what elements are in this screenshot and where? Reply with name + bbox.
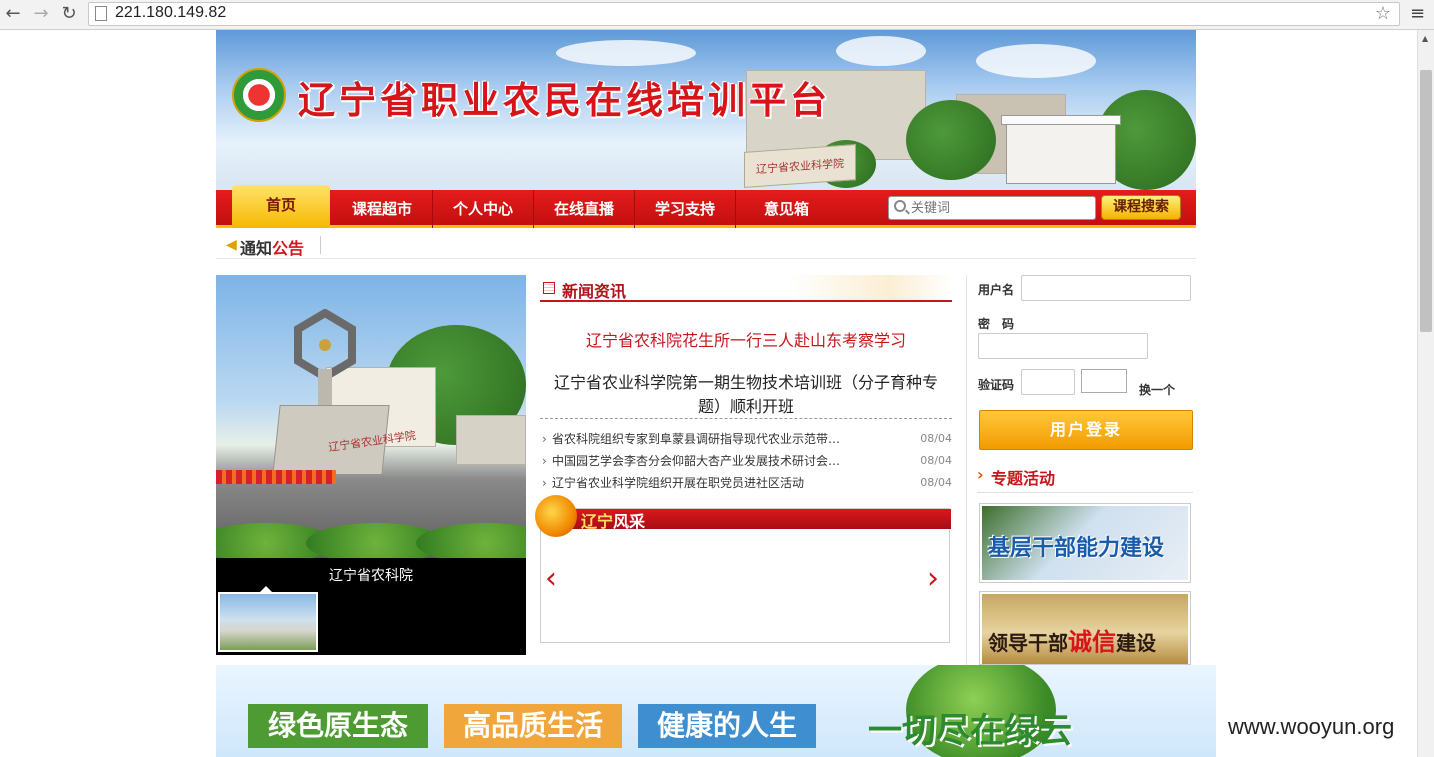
gallery-title: 辽宁风采 bbox=[581, 512, 646, 531]
username-label: 用户名 bbox=[978, 283, 1015, 297]
back-arrow-icon[interactable]: ← bbox=[2, 3, 24, 25]
news-item-date: 08/04 bbox=[920, 476, 952, 489]
notice-bar: ◀ 通知公告 bbox=[216, 231, 1196, 259]
ad-box-orange: 高品质生活 bbox=[444, 704, 622, 748]
news-item-title[interactable]: 辽宁省农业科学院组织开展在职党员进社区活动 bbox=[552, 472, 804, 494]
address-bar[interactable]: 221.180.149.82 ☆ bbox=[88, 2, 1400, 26]
site-logo bbox=[232, 68, 286, 122]
scroll-thumb[interactable] bbox=[1420, 70, 1432, 332]
ad-box-blue: 健康的人生 bbox=[638, 704, 816, 748]
ad-box-green: 绿色原生态 bbox=[248, 704, 428, 748]
chevron-right-icon: › bbox=[977, 465, 984, 484]
address-url[interactable]: 221.180.149.82 bbox=[115, 4, 226, 22]
gate-sign: 辽宁省农业科学院 bbox=[744, 144, 856, 188]
slide-thumbnail[interactable] bbox=[218, 592, 318, 652]
reload-icon[interactable]: ↻ bbox=[58, 3, 80, 25]
news-item[interactable]: 省农科院组织专家到阜蒙县调研指导现代农业示范带… 08/04 bbox=[542, 428, 952, 450]
topics-header: › 专题活动 bbox=[977, 463, 1193, 493]
notice-divider bbox=[320, 236, 321, 254]
liaoning-gallery: 辽宁风采 ‹ › bbox=[535, 495, 951, 643]
news-item[interactable]: 中国园艺学会李杏分会仰韶大杏产业发展技术研讨会… 08/04 bbox=[542, 450, 952, 472]
news-divider bbox=[540, 418, 952, 419]
page-content: 辽宁省农业科学院 辽宁省职业农民在线培训平台 首页 课程超市 个人中心 在线直播… bbox=[216, 30, 1216, 757]
page-scrollbar[interactable]: ▲ bbox=[1417, 30, 1434, 757]
nav-home[interactable]: 首页 bbox=[232, 185, 330, 228]
page-icon bbox=[95, 6, 107, 21]
nav-course-market[interactable]: 课程超市 bbox=[332, 190, 433, 228]
promo-integrity[interactable]: 领导干部诚信建设 bbox=[979, 591, 1191, 665]
browser-menu-icon[interactable]: ≡ bbox=[1410, 3, 1425, 24]
news-item-title[interactable]: 中国园艺学会李杏分会仰韶大杏产业发展技术研讨会… bbox=[552, 450, 840, 472]
main-nav: 首页 课程超市 个人中心 在线直播 学习支持 意见箱 课程搜索 bbox=[216, 185, 1196, 228]
topics-heading[interactable]: 专题活动 bbox=[991, 465, 1055, 489]
captcha-refresh-link[interactable]: 换一个 bbox=[1139, 381, 1175, 398]
watermark: www.wooyun.org bbox=[1228, 714, 1395, 739]
gallery-emblem-icon bbox=[535, 495, 577, 537]
site-title: 辽宁省职业农民在线培训平台 bbox=[298, 78, 831, 122]
site-banner: 辽宁省农业科学院 辽宁省职业农民在线培训平台 bbox=[216, 30, 1196, 190]
guardhouse-image bbox=[1001, 115, 1121, 184]
calendar-icon bbox=[543, 282, 555, 294]
news-item[interactable]: 辽宁省农业科学院组织开展在职党员进社区活动 08/04 bbox=[542, 472, 952, 494]
search-input[interactable] bbox=[911, 199, 1091, 217]
bottom-ad-banner[interactable]: 绿色原生态 高品质生活 健康的人生 一切尽在绿云 bbox=[216, 665, 1216, 757]
news-item-title[interactable]: 省农科院组织专家到阜蒙县调研指导现代农业示范带… bbox=[552, 428, 840, 450]
chevron-right-icon[interactable]: › bbox=[927, 561, 939, 596]
password-label: 密 码 bbox=[978, 317, 1015, 331]
news-headline-primary[interactable]: 辽宁省农科院花生所一行三人赴山东考察学习 bbox=[540, 327, 952, 351]
scroll-up-icon[interactable]: ▲ bbox=[1422, 34, 1428, 43]
slide-caption: 辽宁省农科院 bbox=[329, 568, 413, 584]
slide-photo[interactable]: 辽宁省农业科学院 bbox=[216, 275, 526, 558]
nav-personal-center[interactable]: 个人中心 bbox=[433, 190, 534, 228]
promo-text: 领导干部诚信建设 bbox=[988, 627, 1156, 656]
speaker-icon: ◀ bbox=[226, 237, 237, 253]
forward-arrow-icon[interactable]: → bbox=[30, 3, 52, 25]
course-search-button[interactable]: 课程搜索 bbox=[1101, 195, 1181, 220]
nav-study-support[interactable]: 学习支持 bbox=[635, 190, 736, 228]
captcha-label: 验证码 bbox=[978, 378, 1015, 392]
browser-toolbar: ← → ↻ 221.180.149.82 ☆ ≡ bbox=[0, 0, 1434, 30]
promo-cadre-capacity[interactable]: 基层干部能力建设 bbox=[979, 503, 1191, 583]
search-icon bbox=[894, 200, 906, 212]
sidebar: 用户名 密 码 验证码 换一个 用户登录 › 专题活动 基层干部能力建设 领导干… bbox=[966, 275, 1196, 665]
bookmark-star-icon[interactable]: ☆ bbox=[1375, 3, 1391, 24]
username-input[interactable] bbox=[1021, 275, 1191, 301]
news-header: 新闻资讯 bbox=[540, 275, 952, 302]
news-list: 省农科院组织专家到阜蒙县调研指导现代农业示范带… 08/04 中国园艺学会李杏分会… bbox=[542, 428, 952, 494]
nav-feedback[interactable]: 意见箱 bbox=[736, 190, 837, 228]
password-input[interactable] bbox=[978, 333, 1148, 359]
photo-slideshow[interactable]: 辽宁省农业科学院 辽宁省农科院 bbox=[216, 275, 526, 655]
news-headline-secondary[interactable]: 辽宁省农业科学院第一期生物技术培训班（分子育种专题）顺利开班 bbox=[546, 371, 946, 419]
ad-slogan: 一切尽在绿云 bbox=[868, 711, 1072, 751]
news-item-date: 08/04 bbox=[920, 454, 952, 467]
captcha-input[interactable] bbox=[1021, 369, 1075, 395]
nav-live[interactable]: 在线直播 bbox=[534, 190, 635, 228]
gallery-header: 辽宁风采 bbox=[535, 495, 951, 537]
promo-text: 基层干部能力建设 bbox=[988, 536, 1165, 561]
login-button[interactable]: 用户登录 bbox=[979, 410, 1193, 450]
search-field[interactable] bbox=[888, 196, 1096, 220]
chevron-left-icon[interactable]: ‹ bbox=[545, 561, 557, 596]
notice-label: 通知公告 bbox=[240, 239, 305, 258]
news-item-date: 08/04 bbox=[920, 432, 952, 445]
captcha-image[interactable] bbox=[1081, 369, 1127, 393]
news-heading[interactable]: 新闻资讯 bbox=[562, 278, 626, 302]
